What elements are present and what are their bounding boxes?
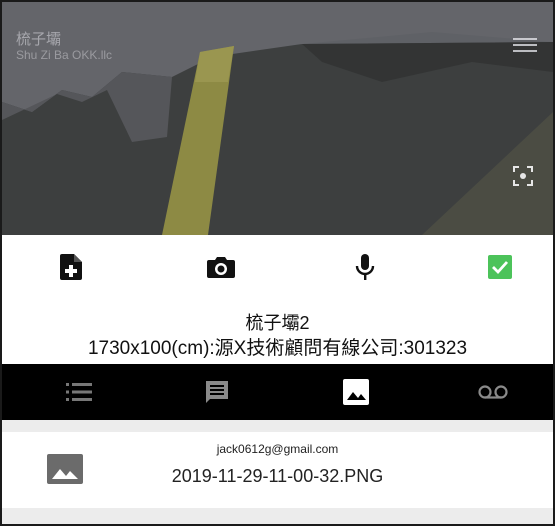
item-filename: 2019-11-29-11-00-32.PNG xyxy=(171,466,384,486)
brand-title: 梳子壩 xyxy=(16,31,62,48)
add-file-icon[interactable] xyxy=(56,252,86,282)
action-toolbar xyxy=(2,235,553,299)
checkbox-checked-icon[interactable] xyxy=(485,252,515,282)
terrain-map xyxy=(2,2,553,235)
item-email: jack0612g@gmail.com xyxy=(216,442,339,456)
image-list: jack0612g@gmail.com 2019-11-29-11-00-32.… xyxy=(2,420,553,524)
map-view[interactable]: 梳子壩 Shu Zi Ba OKK.llc xyxy=(2,2,553,235)
app-frame: 梳子壩 Shu Zi Ba OKK.llc 梳子壩2 1730x100(cm):… xyxy=(0,0,555,526)
microphone-icon[interactable] xyxy=(350,252,380,282)
list-item[interactable]: jack0612g@gmail.com 2019-11-29-11-00-32.… xyxy=(2,432,553,508)
brand-subtitle: Shu Zi Ba OKK.llc xyxy=(16,48,113,62)
list-divider xyxy=(2,420,553,432)
tab-image-icon[interactable] xyxy=(339,378,373,406)
item-info: 梳子壩2 1730x100(cm):源X技術顧問有線公司:301323 xyxy=(2,299,553,363)
tab-voicemail-icon[interactable] xyxy=(476,378,510,406)
camera-icon[interactable] xyxy=(206,252,236,282)
tab-list-icon[interactable] xyxy=(62,378,96,406)
focus-location-icon[interactable] xyxy=(511,164,535,188)
tab-bar xyxy=(2,364,553,420)
item-detail: 1730x100(cm):源X技術顧問有線公司:301323 xyxy=(87,338,468,359)
tab-comment-icon[interactable] xyxy=(200,378,234,406)
list-divider xyxy=(2,508,553,524)
hamburger-menu-icon[interactable] xyxy=(513,38,537,56)
item-name: 梳子壩2 xyxy=(245,313,310,333)
